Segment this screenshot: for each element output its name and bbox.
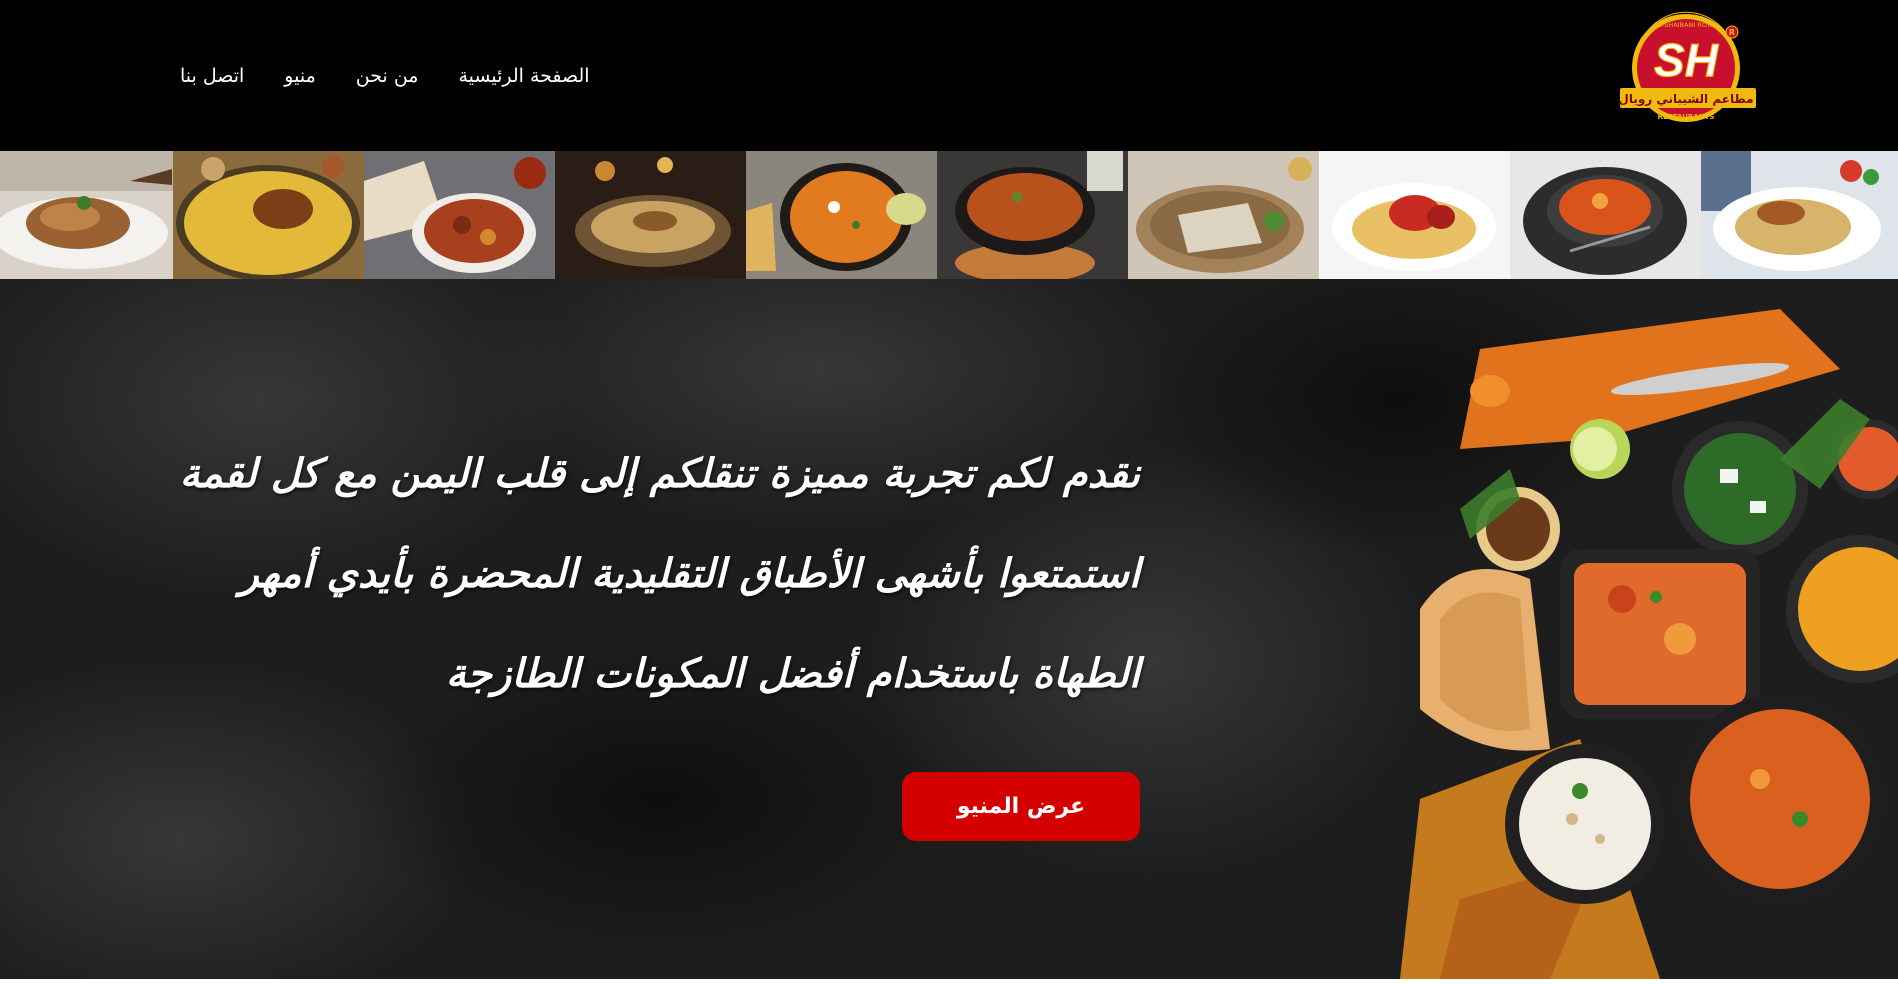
site-header: SH مطاعم الشيباني رويال AL-SHAIBANI ROYA… — [0, 0, 1898, 151]
curry-skillet-photo — [746, 151, 937, 279]
food-gallery-strip — [0, 151, 1898, 279]
brand-logo[interactable]: SH مطاعم الشيباني رويال AL-SHAIBANI ROYA… — [1616, 10, 1760, 130]
fahsa-clay-pot-photo — [937, 151, 1128, 279]
hero-tagline: نقدم لكم تجربة مميزة تنقلكم إلى قلب اليم… — [179, 424, 1140, 724]
meat-stew-bread-photo — [364, 151, 555, 279]
hero-line-1: نقدم لكم تجربة مميزة تنقلكم إلى قلب اليم… — [179, 450, 1140, 497]
main-nav: الصفحة الرئيسية من نحن منيو اتصل بنا — [160, 58, 610, 94]
nav-home[interactable]: الصفحة الرئيسية — [438, 58, 609, 94]
sh-restaurant-logo-icon: SH مطاعم الشيباني رويال AL-SHAIBANI ROYA… — [1618, 11, 1756, 122]
svg-text:مطاعم الشيباني رويال: مطاعم الشيباني رويال — [1618, 92, 1753, 107]
lamb-platter-photo — [0, 151, 173, 279]
hero-section: نقدم لكم تجربة مميزة تنقلكم إلى قلب اليم… — [0, 279, 1898, 979]
stone-pot-soup-photo — [1510, 151, 1701, 279]
hero-line-3: الطهاة باستخدام أفضل المكونات الطازجة — [445, 650, 1140, 697]
page-bottom-band — [0, 979, 1898, 984]
nav-about[interactable]: من نحن — [336, 58, 439, 94]
nav-menu[interactable]: منيو — [264, 58, 335, 94]
hero-line-2: استمتعوا بأشهى الأطباق التقليدية المحضرة… — [239, 550, 1140, 597]
candlelit-rice-dish-photo — [555, 151, 746, 279]
view-menu-button[interactable]: عرض المنيو — [902, 772, 1140, 841]
chicken-rice-photo — [1319, 151, 1510, 279]
svg-text:R: R — [1729, 28, 1735, 37]
svg-text:AL-SHAIBANI ROYAL: AL-SHAIBANI ROYAL — [1654, 21, 1719, 29]
spread-of-dishes-photo — [1400, 279, 1898, 979]
svg-text:RESTAURANTS: RESTAURANTS — [1658, 113, 1715, 121]
page: SH مطاعم الشيباني رويال AL-SHAIBANI ROYA… — [0, 0, 1898, 984]
flatbread-plate-photo — [1128, 151, 1319, 279]
mandi-rice-photo — [173, 151, 364, 279]
svg-text:SH: SH — [1654, 34, 1719, 86]
nav-contact[interactable]: اتصل بنا — [160, 58, 264, 94]
rice-chicken-plate-photo — [1701, 151, 1898, 279]
